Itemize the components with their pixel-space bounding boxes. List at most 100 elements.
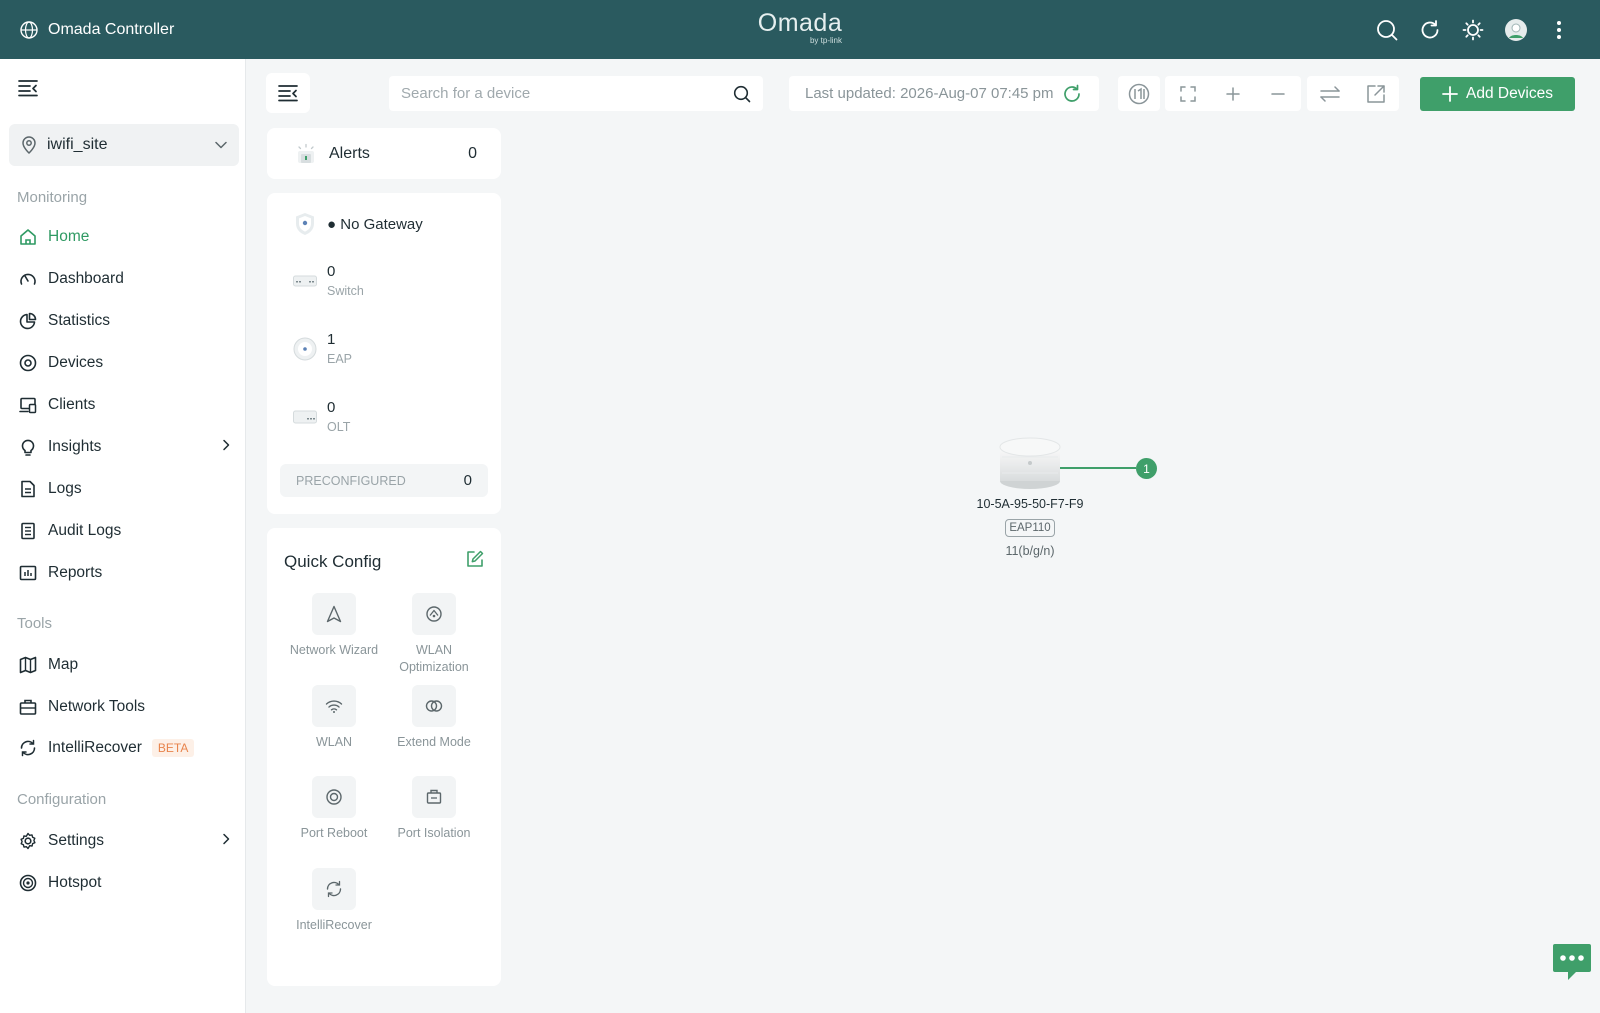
qc-port-isolation[interactable]: Port Isolation [384, 776, 484, 842]
sidebar-item-reports[interactable]: Reports [18, 558, 238, 588]
preconfigured-label: PRECONFIGURED [296, 473, 406, 488]
chat-support-button[interactable] [1552, 943, 1592, 981]
qc-label: WLAN [315, 735, 353, 749]
qc-extend-mode[interactable]: Extend Mode [384, 685, 484, 751]
qc-label: Port Isolation [397, 826, 471, 840]
preconfigured-row[interactable]: PRECONFIGURED 0 [280, 464, 488, 497]
zoom-out-icon[interactable] [1256, 76, 1301, 111]
panel-toggle-button[interactable] [266, 73, 310, 113]
sidebar-item-label: Logs [48, 480, 82, 497]
hotspot-icon [18, 873, 38, 893]
logo-text: Omada [757, 9, 843, 37]
sidebar-item-clients[interactable]: Clients [18, 390, 238, 420]
switch-row[interactable]: 0 Switch [293, 263, 364, 298]
alerts-card[interactable]: Alerts 0 [267, 128, 501, 179]
sidebar-item-intellirecover[interactable]: IntelliRecover BETA [18, 733, 238, 763]
sidebar-item-hotspot[interactable]: Hotspot [18, 868, 238, 898]
site-selector[interactable]: iwifi_site [9, 124, 239, 166]
audit-logs-icon [18, 521, 38, 541]
chevron-right-icon [223, 833, 230, 845]
refresh-icon[interactable] [1062, 84, 1082, 104]
sidebar-item-dashboard[interactable]: Dashboard [18, 264, 238, 294]
olt-row[interactable]: 0 OLT [293, 399, 350, 434]
open-external-icon[interactable] [1353, 76, 1399, 111]
zoom-group [1165, 76, 1301, 111]
sidebar-item-label: Dashboard [48, 270, 124, 287]
settings-icon [18, 831, 38, 851]
chat-icon [1553, 944, 1591, 980]
sidebar-item-audit-logs[interactable]: Audit Logs [18, 516, 238, 546]
app-title: Omada Controller [20, 21, 174, 39]
search-icon[interactable] [1365, 10, 1408, 50]
topology-mode-icon[interactable] [1118, 76, 1160, 111]
fullscreen-icon[interactable] [1165, 76, 1210, 111]
avatar[interactable] [1494, 10, 1537, 50]
zoom-in-icon[interactable] [1210, 76, 1255, 111]
quick-config-card: Quick Config Network Wizard WLAN Optimiz… [267, 528, 501, 986]
logo-sub: by tp-link [809, 36, 842, 45]
search-input[interactable] [401, 85, 733, 102]
switch-count: 0 [327, 263, 336, 280]
view-actions-group [1307, 76, 1399, 111]
edit-icon[interactable] [466, 550, 484, 568]
qc-label: Port Reboot [300, 826, 368, 840]
switch-label: Switch [327, 284, 364, 298]
menu-collapse-icon [278, 85, 298, 102]
sidebar-item-logs[interactable]: Logs [18, 474, 238, 504]
device-name: 10-5A-95-50-F7-F9 [976, 497, 1084, 511]
gateway-row[interactable]: ● No Gateway [293, 212, 423, 236]
search-icon[interactable] [733, 85, 751, 103]
olt-icon [293, 405, 317, 429]
refresh-icon[interactable] [1408, 10, 1451, 50]
topology-mode-group [1118, 76, 1160, 111]
olt-info: 0 OLT [327, 399, 350, 434]
intellirecover-icon [326, 880, 342, 898]
swap-layout-icon[interactable] [1307, 76, 1353, 111]
sidebar-item-insights[interactable]: Insights [18, 432, 238, 462]
qc-port-reboot[interactable]: Port Reboot [284, 776, 384, 842]
qc-wlan[interactable]: WLAN [284, 685, 384, 751]
omada-logo: Omada by tp-link [740, 9, 860, 45]
eap-icon [293, 337, 317, 361]
plus-icon [1442, 86, 1458, 102]
sidebar-item-devices[interactable]: Devices [18, 348, 238, 378]
section-tools: Tools [17, 615, 53, 632]
sidebar-item-label: Devices [48, 354, 104, 371]
sidebar-item-label: Insights [48, 438, 102, 455]
theme-icon[interactable] [1451, 10, 1494, 50]
more-icon[interactable] [1537, 10, 1580, 50]
sidebar-item-statistics[interactable]: Statistics [18, 306, 238, 336]
chevron-right-icon [223, 439, 230, 451]
gateway-status: ● No Gateway [327, 215, 423, 233]
eap-label: EAP [327, 352, 353, 366]
eap-row[interactable]: 1 EAP [293, 331, 352, 366]
device-model: EAP110 [1005, 519, 1055, 537]
sidebar-item-map[interactable]: Map [18, 650, 238, 680]
access-point-node[interactable] [998, 435, 1062, 491]
client-count-badge[interactable]: 1 [1136, 458, 1157, 479]
eap-count: 1 [327, 331, 336, 348]
sidebar-item-network-tools[interactable]: Network Tools [18, 692, 238, 722]
sidebar-item-home[interactable]: Home [18, 222, 238, 252]
qc-network-wizard[interactable]: Network Wizard [284, 593, 384, 659]
gateway-icon [293, 212, 317, 236]
add-devices-button[interactable]: Add Devices [1420, 77, 1575, 111]
wifi-icon [325, 700, 343, 713]
sidebar-item-settings[interactable]: Settings [18, 826, 238, 856]
section-monitoring: Monitoring [17, 189, 88, 206]
qc-wlan-optimization[interactable]: WLAN Optimization [384, 593, 484, 676]
gateway-status-text: No Gateway [340, 215, 423, 233]
wlan-optimization-icon [426, 606, 442, 622]
eap-info: 1 EAP [327, 331, 352, 366]
network-tools-icon [18, 697, 38, 717]
collapse-sidebar-icon[interactable] [16, 76, 40, 100]
uplink-line [1060, 467, 1136, 469]
site-name: iwifi_site [47, 136, 108, 153]
statistics-icon [18, 311, 38, 331]
location-pin-icon [22, 136, 36, 154]
reports-icon [18, 563, 38, 583]
app-title-text: Omada Controller [48, 20, 175, 38]
qc-intellirecover[interactable]: IntelliRecover [284, 868, 384, 934]
last-updated: Last updated: 2026-Aug-07 07:45 pm [789, 76, 1099, 111]
dashboard-icon [18, 269, 38, 289]
